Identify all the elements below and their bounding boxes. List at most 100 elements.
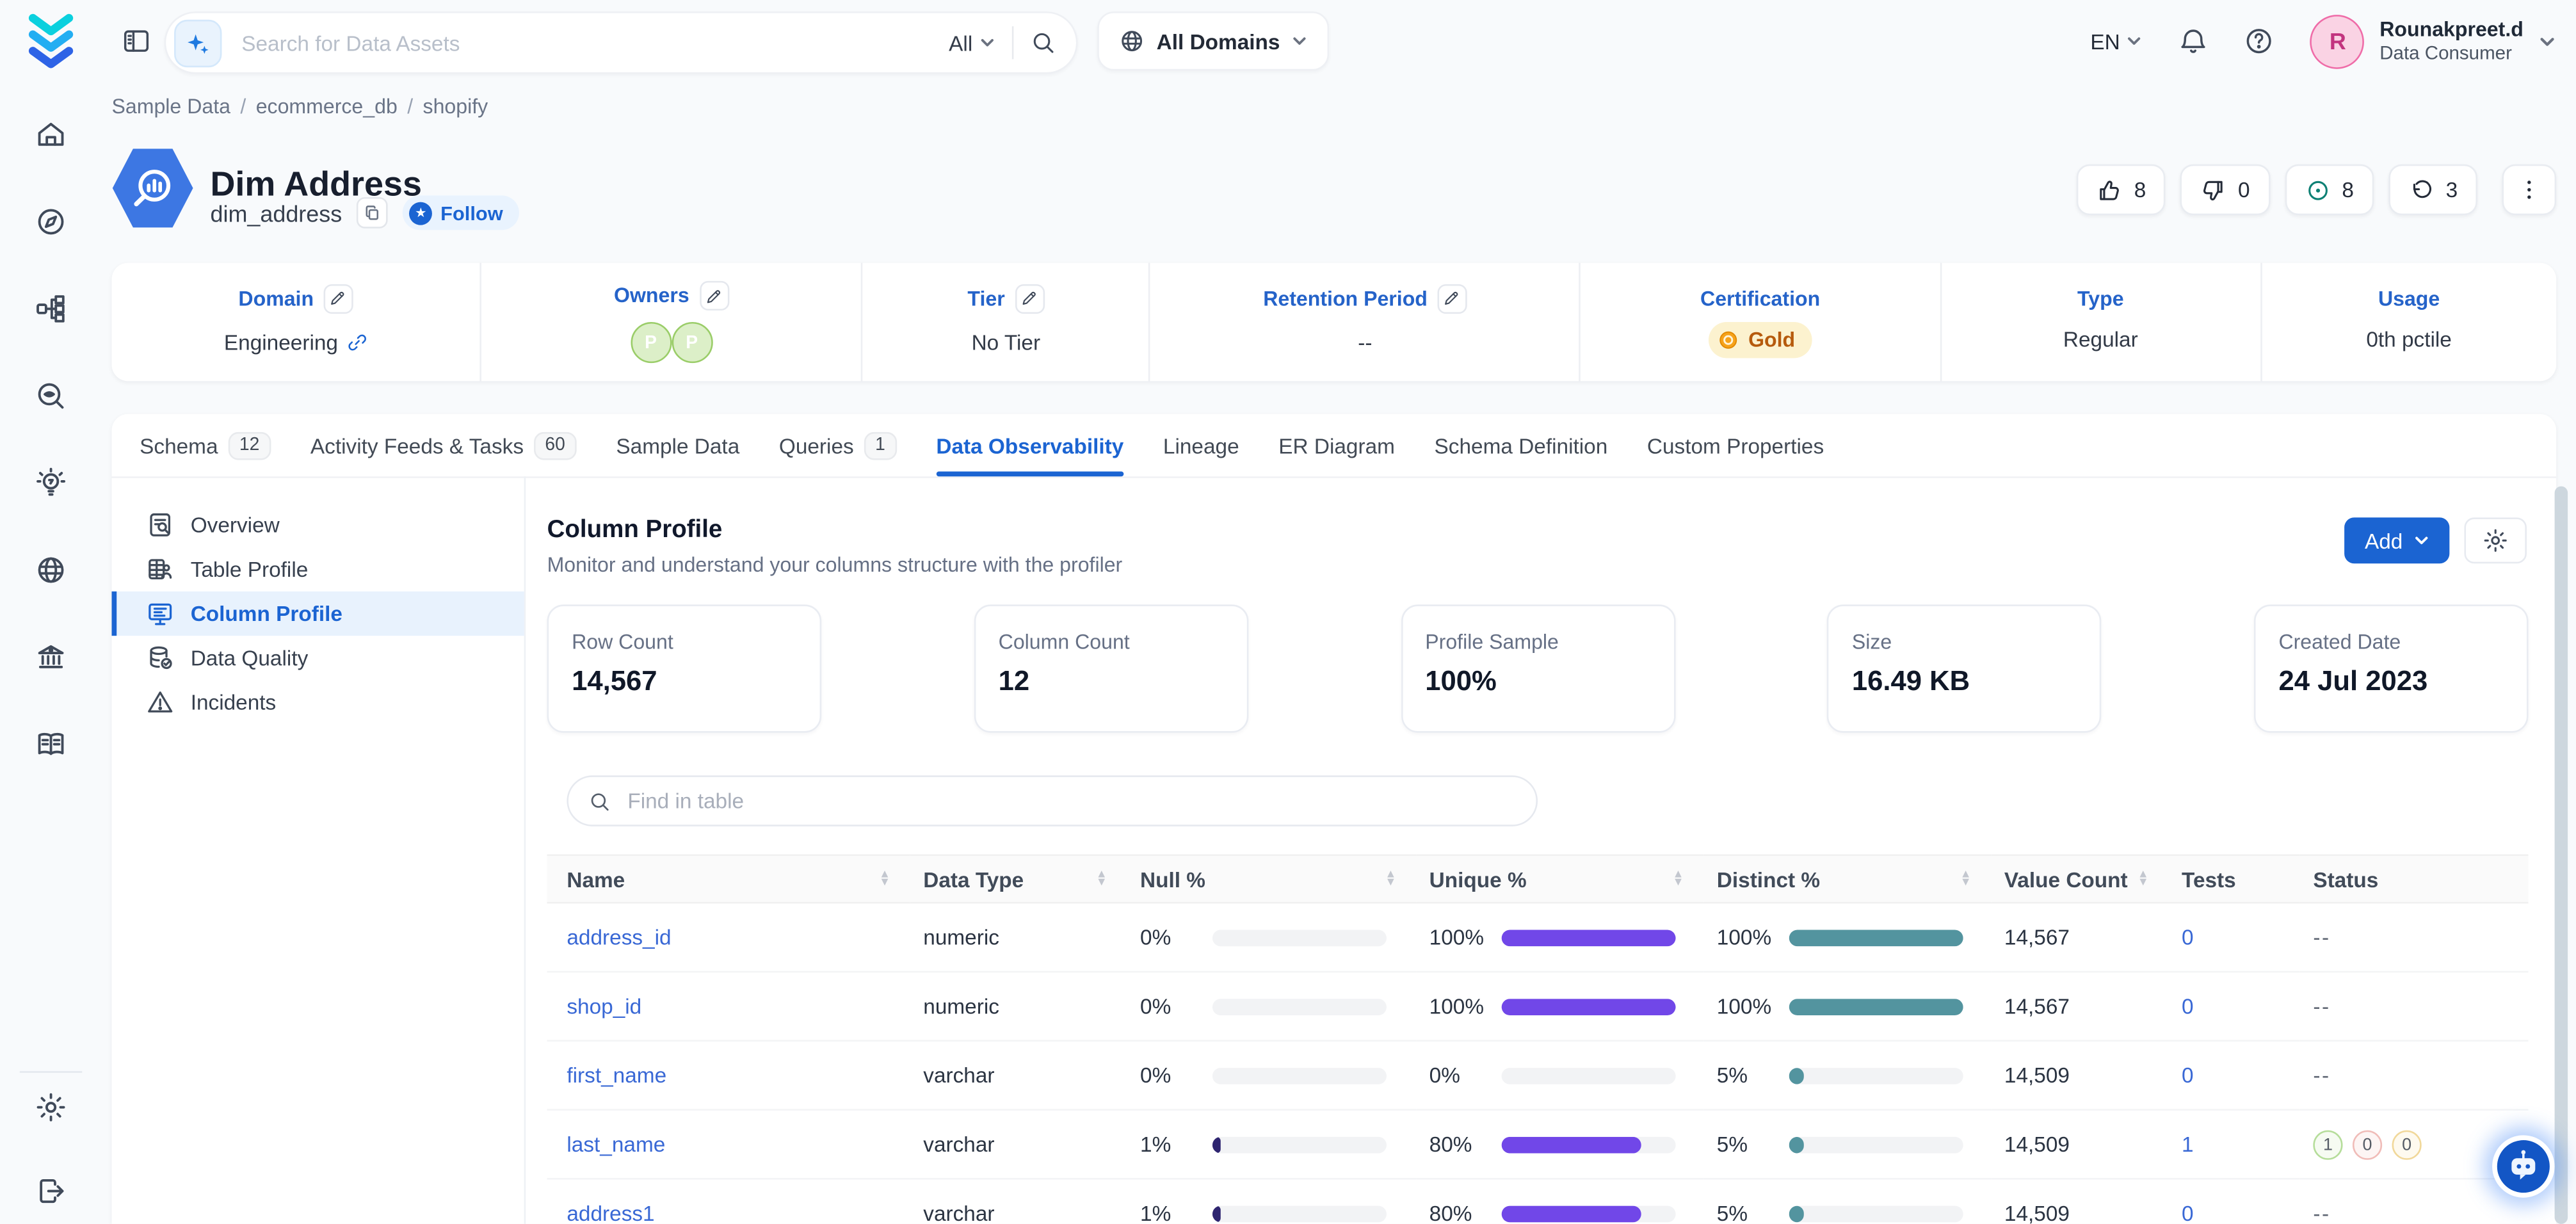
column-header-name[interactable]: Name▲▼ <box>547 855 910 903</box>
sort-icon[interactable]: ▲▼ <box>2137 870 2149 888</box>
edit-tier-icon[interactable] <box>1015 284 1044 313</box>
tab-schema-definition[interactable]: Schema Definition <box>1435 414 1608 477</box>
rail-item-glossary[interactable] <box>33 726 68 762</box>
tab-schema[interactable]: Schema 12 <box>140 414 271 477</box>
user-menu[interactable]: R Rounakpreet.d Data Consumer <box>2310 14 2556 68</box>
global-search[interactable]: All <box>165 12 1078 74</box>
owner-avatar[interactable]: P <box>672 322 712 363</box>
column-header-distinct[interactable]: Distinct %▲▼ <box>1703 855 1991 903</box>
edit-retention-period-icon[interactable] <box>1437 284 1467 313</box>
rail-item-services[interactable] <box>33 291 68 326</box>
thumb-down-icon <box>2200 177 2226 203</box>
tests-count-link[interactable]: 0 <box>2182 925 2194 949</box>
find-in-table[interactable] <box>567 775 1538 826</box>
profiler-settings-gear-icon[interactable] <box>2464 517 2527 563</box>
edit-domain-icon[interactable] <box>323 284 353 313</box>
column-name-link[interactable]: shop_id <box>567 994 641 1019</box>
meta-value: PP <box>630 322 712 363</box>
thumb-down-button[interactable]: 0 <box>2180 165 2269 216</box>
scrollbar[interactable] <box>2555 487 2568 1224</box>
notifications-bell-icon[interactable] <box>2179 26 2209 56</box>
column-name-link[interactable]: last_name <box>567 1132 665 1156</box>
sidebar-item-data-quality[interactable]: Data Quality <box>112 636 524 680</box>
sidebar-item-overview[interactable]: Overview <box>112 503 524 547</box>
sidebar-item-table-profile[interactable]: Table Profile <box>112 547 524 592</box>
column-name-link[interactable]: address_id <box>567 925 671 949</box>
tab-queries[interactable]: Queries1 <box>779 414 897 477</box>
sort-icon[interactable]: ▲▼ <box>879 870 890 888</box>
tab-label: Queries <box>779 433 854 457</box>
sidebar-item-column-profile[interactable]: Column Profile <box>112 592 524 636</box>
column-header-value-count[interactable]: Value Count▲▼ <box>1991 855 2168 903</box>
sidebar-toggle-icon[interactable] <box>122 26 151 56</box>
rail-item-domains[interactable] <box>33 552 68 588</box>
all-domains-button[interactable]: All Domains <box>1097 12 1329 70</box>
column-header-data-type[interactable]: Data Type▲▼ <box>910 855 1127 903</box>
tab-count-badge: 12 <box>228 431 271 460</box>
null-progress-bar <box>1212 929 1387 946</box>
settings-icon[interactable] <box>33 1089 68 1125</box>
search-scope-dropdown[interactable]: All <box>949 30 995 54</box>
meta-label-text: Domain <box>238 287 314 310</box>
tests-count-link[interactable]: 1 <box>2182 1132 2194 1156</box>
language-selector[interactable]: EN <box>2090 29 2143 53</box>
tests-cell: 0 <box>2169 1179 2300 1224</box>
rail-item-home[interactable] <box>33 117 68 152</box>
app-logo-icon[interactable] <box>28 13 74 69</box>
views-button[interactable]: 8 <box>2285 165 2374 216</box>
breadcrumb-item[interactable]: shopify <box>423 95 488 118</box>
sort-icon[interactable]: ▲▼ <box>1096 870 1107 888</box>
table-row: last_namevarchar1%80%5%14,5091100 <box>547 1110 2529 1179</box>
more-actions-button[interactable] <box>2502 165 2556 216</box>
ai-sparkle-icon[interactable] <box>174 19 221 67</box>
column-header-unique[interactable]: Unique %▲▼ <box>1416 855 1703 903</box>
column-header-null[interactable]: Null %▲▼ <box>1127 855 1416 903</box>
owner-avatar[interactable]: P <box>630 322 671 363</box>
breadcrumb-item[interactable]: ecommerce_db <box>256 95 398 118</box>
tab-data-observability[interactable]: Data Observability <box>936 414 1123 477</box>
entity-name: dim_address <box>210 200 342 226</box>
status-badges: 100 <box>2313 1129 2515 1159</box>
column-name-link[interactable]: address1 <box>567 1201 654 1224</box>
sort-icon[interactable]: ▲▼ <box>1385 870 1397 888</box>
copy-icon[interactable] <box>357 197 388 229</box>
column-profile-pane: Column Profile Monitor and understand yo… <box>526 476 2556 1224</box>
column-name-link[interactable]: first_name <box>567 1063 666 1087</box>
sort-icon[interactable]: ▲▼ <box>1960 870 1972 888</box>
rail-item-govern[interactable] <box>33 639 68 675</box>
add-button[interactable]: Add <box>2344 517 2449 563</box>
tab-sample-data[interactable]: Sample Data <box>616 414 739 477</box>
action-count: 8 <box>2342 177 2354 202</box>
meta-label: Type <box>2077 287 2123 310</box>
tab-activity-feeds-tasks[interactable]: Activity Feeds & Tasks60 <box>310 414 577 477</box>
find-in-table-input[interactable] <box>624 787 1517 815</box>
tests-count-link[interactable]: 0 <box>2182 994 2194 1019</box>
tests-count-link[interactable]: 0 <box>2182 1063 2194 1087</box>
help-icon[interactable] <box>2245 26 2274 56</box>
tests-cell: 0 <box>2169 972 2300 1041</box>
tab-custom-properties[interactable]: Custom Properties <box>1647 414 1824 477</box>
tests-count-link[interactable]: 0 <box>2182 1201 2194 1224</box>
sidebar-item-incidents[interactable]: Incidents <box>112 680 524 724</box>
rail-item-insights[interactable] <box>33 465 68 501</box>
value-count-cell: 14,509 <box>1991 1179 2168 1224</box>
top-header: All All Domains EN R Rounakpreet.d Data … <box>102 0 2576 82</box>
unique-percent-cell: 80% <box>1416 1110 1703 1179</box>
follow-button[interactable]: ★ Follow <box>403 195 519 230</box>
tab-lineage[interactable]: Lineage <box>1163 414 1239 477</box>
rail-item-observability[interactable] <box>33 378 68 414</box>
rail-item-explore[interactable] <box>33 204 68 239</box>
logout-icon[interactable] <box>33 1173 68 1209</box>
restore-button[interactable]: 3 <box>2388 165 2477 216</box>
sort-icon[interactable]: ▲▼ <box>1673 870 1684 888</box>
chat-bot-button[interactable] <box>2492 1135 2555 1198</box>
tab-er-diagram[interactable]: ER Diagram <box>1278 414 1395 477</box>
tab-label: Schema <box>140 433 218 457</box>
summary-card-label: Created Date <box>2278 631 2504 654</box>
search-icon[interactable] <box>1030 29 1056 56</box>
thumb-up-button[interactable]: 8 <box>2077 165 2166 216</box>
breadcrumb-item[interactable]: Sample Data <box>112 95 230 118</box>
search-input[interactable] <box>238 29 949 57</box>
column-name-cell: last_name <box>547 1110 910 1179</box>
edit-owners-icon[interactable] <box>699 281 729 310</box>
